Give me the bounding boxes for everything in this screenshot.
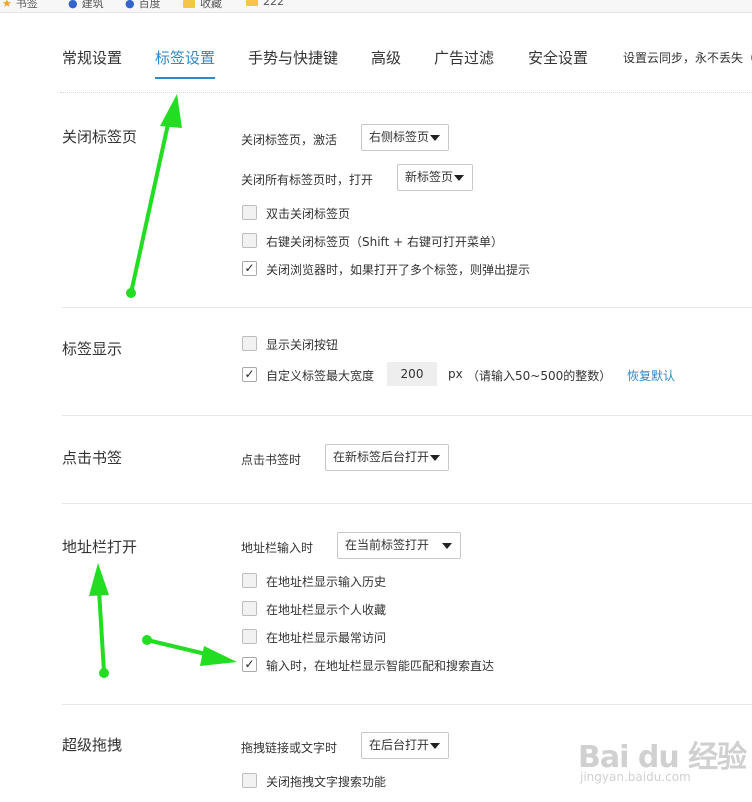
select-value: 新标签页	[405, 170, 454, 184]
confirm-close-multiple-checkbox[interactable]: ✓	[242, 261, 257, 276]
annotation-dot	[142, 635, 152, 645]
smart-match-checkbox[interactable]: ✓	[242, 657, 257, 672]
show-favorites-checkbox[interactable]	[242, 601, 257, 616]
folder-icon	[183, 0, 195, 8]
section-divider	[62, 415, 752, 416]
address-bar-input-label: 地址栏输入时	[241, 541, 314, 555]
bookmark-label: 收藏	[200, 0, 222, 10]
double-click-close-checkbox[interactable]	[242, 205, 257, 220]
tab-general[interactable]: 常规设置	[62, 47, 122, 68]
checkmark-icon: ✓	[244, 657, 255, 671]
bookmark-item[interactable]: ★ 书签	[2, 0, 38, 11]
section-divider	[62, 307, 752, 308]
right-click-close-checkbox[interactable]	[242, 233, 257, 248]
show-close-button-checkbox[interactable]	[242, 336, 257, 351]
custom-tab-width-label: 自定义标签最大宽度	[266, 369, 375, 383]
tab-width-input[interactable]	[387, 362, 437, 386]
close-tab-activate-label: 关闭标签页，激活	[241, 133, 338, 147]
tab-security[interactable]: 安全设置	[528, 47, 588, 68]
active-tab-indicator	[155, 77, 215, 79]
super-drag-label: 拖拽链接或文字时	[241, 741, 338, 755]
bookmark-item[interactable]: ● 建筑	[68, 0, 104, 11]
restore-default-link[interactable]: 恢复默认	[627, 367, 675, 384]
tab-tabs[interactable]: 标签设置	[155, 47, 215, 68]
bookmark-item[interactable]: 收藏	[183, 0, 222, 11]
section-title-close-tab: 关闭标签页	[62, 128, 138, 146]
select-value: 在新标签后台打开	[333, 450, 430, 464]
close-all-tabs-select[interactable]: 新标签页	[397, 164, 473, 191]
tab-width-unit: px	[448, 367, 463, 381]
watermark-url: jingyan.baidu.com	[580, 770, 691, 784]
chevron-down-icon	[430, 135, 440, 141]
super-drag-select[interactable]: 在后台打开	[361, 732, 449, 759]
click-bookmark-select[interactable]: 在新标签后台打开	[325, 444, 449, 471]
annotation-dot	[99, 668, 109, 678]
show-most-visited-label: 在地址栏显示最常访问	[266, 631, 387, 645]
click-bookmark-label: 点击书签时	[241, 453, 302, 467]
bookmarks-bar: ★ 书签 ● 建筑 ● 百度 收藏 222	[0, 0, 752, 13]
bookmark-item[interactable]: ● 百度	[125, 0, 161, 11]
bookmark-item[interactable]: 222	[246, 0, 284, 8]
select-value: 右侧标签页	[369, 130, 430, 144]
show-input-history-label: 在地址栏显示输入历史	[266, 575, 387, 589]
section-title-address-bar: 地址栏打开	[62, 538, 138, 556]
annotation-arrowhead	[160, 94, 182, 128]
star-icon: ★	[2, 0, 12, 10]
annotation-arrowhead	[200, 646, 237, 666]
folder-icon	[246, 0, 258, 6]
section-divider	[62, 503, 752, 504]
section-divider	[62, 704, 752, 705]
chevron-down-icon	[430, 455, 440, 461]
settings-tabs: 常规设置 标签设置 手势与快捷键 高级 广告过滤 安全设置 设置云同步，永不丢失…	[0, 40, 752, 80]
chevron-down-icon	[430, 743, 440, 749]
annotation-dot	[126, 288, 136, 298]
show-input-history-checkbox[interactable]	[242, 573, 257, 588]
tab-ad-filter[interactable]: 广告过滤	[434, 47, 494, 68]
annotation-arrow	[145, 638, 212, 657]
show-most-visited-checkbox[interactable]	[242, 629, 257, 644]
section-title-tab-display: 标签显示	[62, 340, 123, 358]
disable-drag-search-label: 关闭拖拽文字搜索功能	[266, 775, 387, 789]
tab-width-hint: （请输入50~500的整数）	[467, 369, 612, 383]
show-close-button-label: 显示关闭按钮	[266, 338, 339, 352]
double-click-close-label: 双击关闭标签页	[266, 207, 351, 221]
confirm-close-multiple-label: 关闭浏览器时，如果打开了多个标签，则弹出提示	[266, 263, 531, 277]
select-value: 在后台打开	[369, 738, 430, 752]
section-title-click-bookmark: 点击书签	[62, 449, 123, 467]
select-value: 在当前标签打开	[345, 538, 430, 552]
chevron-down-icon	[454, 175, 464, 181]
bookmark-label: 百度	[138, 0, 161, 10]
annotation-arrows	[89, 94, 237, 678]
baidu-paw-icon: ●	[68, 0, 78, 10]
bookmark-label: 建筑	[81, 0, 104, 10]
tab-gestures-shortcuts[interactable]: 手势与快捷键	[248, 47, 338, 68]
chevron-down-icon	[442, 543, 452, 549]
disable-drag-search-checkbox[interactable]	[242, 773, 257, 788]
cloud-sync-link[interactable]: 设置云同步，永不丢失（	[623, 49, 752, 66]
section-title-super-drag: 超级拖拽	[62, 736, 123, 754]
baidu-jingyan-watermark: Bai du 经验 jingyan.baidu.com	[578, 732, 747, 792]
right-click-close-label: 右键关闭标签页（Shift + 右键可打开菜单）	[266, 235, 503, 249]
smart-match-label: 输入时，在地址栏显示智能匹配和搜索直达	[266, 659, 495, 673]
address-bar-open-select[interactable]: 在当前标签打开	[337, 532, 461, 559]
close-tab-activate-select[interactable]: 右侧标签页	[361, 124, 449, 151]
annotation-arrow	[97, 588, 106, 674]
header-divider	[60, 92, 752, 93]
bookmark-label: 书签	[15, 0, 38, 10]
annotation-arrowhead	[89, 563, 109, 596]
checkmark-icon: ✓	[244, 261, 255, 275]
show-favorites-label: 在地址栏显示个人收藏	[266, 603, 387, 617]
baidu-paw-icon: ●	[125, 0, 135, 10]
tab-advanced[interactable]: 高级	[371, 47, 401, 68]
bookmark-label: 222	[263, 0, 284, 8]
custom-tab-width-checkbox[interactable]: ✓	[242, 367, 257, 382]
checkmark-icon: ✓	[244, 367, 255, 381]
close-all-tabs-label: 关闭所有标签页时，打开	[241, 173, 374, 187]
